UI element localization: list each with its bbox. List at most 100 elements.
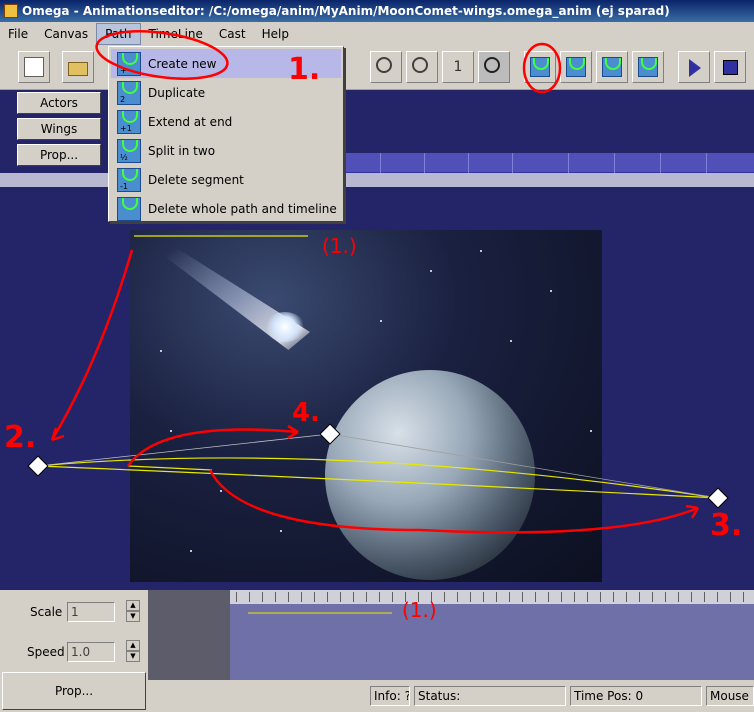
ruler-tick bbox=[353, 592, 354, 602]
menu-item-split-in-two[interactable]: ½ Split in two bbox=[111, 136, 341, 165]
play-icon bbox=[689, 59, 701, 77]
ruler-tick bbox=[730, 592, 731, 602]
speed-spinner[interactable]: ▲ ▼ bbox=[126, 640, 140, 662]
zoom-fit-button[interactable] bbox=[478, 51, 510, 83]
ruler-tick bbox=[340, 592, 341, 602]
ruler-tick bbox=[327, 592, 328, 602]
app-icon bbox=[4, 4, 18, 18]
zoom-actual-icon: 1 bbox=[453, 59, 463, 75]
ruler-tick bbox=[548, 592, 549, 602]
path-extend-button[interactable] bbox=[596, 51, 628, 83]
menu-canvas[interactable]: Canvas bbox=[36, 23, 96, 45]
step-3-label: 3. bbox=[710, 508, 743, 543]
bottom-timeline[interactable] bbox=[148, 590, 754, 680]
ruler-tick bbox=[743, 592, 744, 602]
folder-icon bbox=[68, 62, 88, 76]
status-bar: Info: ? Status: Time Pos: 0 Mouse P bbox=[148, 680, 754, 712]
path-create-button[interactable] bbox=[524, 51, 556, 83]
ruler-tick bbox=[379, 592, 380, 602]
play-button[interactable] bbox=[678, 51, 710, 83]
open-folder-button[interactable] bbox=[62, 51, 94, 83]
actor-prop-button[interactable]: Prop... bbox=[2, 672, 146, 710]
speed-label: Speed bbox=[27, 645, 65, 659]
moon-comet-image bbox=[130, 230, 602, 582]
ruler-tick bbox=[301, 592, 302, 602]
path-split-button[interactable] bbox=[632, 51, 664, 83]
ruler-tick bbox=[535, 592, 536, 602]
ruler-tick bbox=[665, 592, 666, 602]
path-duplicate-button[interactable] bbox=[560, 51, 592, 83]
menu-item-label: Extend at end bbox=[148, 114, 233, 129]
scale-label: Scale bbox=[30, 605, 63, 619]
timeline-track[interactable] bbox=[230, 604, 754, 680]
zoom-out-button[interactable] bbox=[370, 51, 402, 83]
step-4-label: 4. bbox=[292, 398, 320, 428]
menu-item-delete-segment[interactable]: -1 Delete segment bbox=[111, 165, 341, 194]
menu-bar: File Canvas Path TimeLine Cast Help bbox=[0, 22, 754, 46]
actors-button[interactable]: Actors bbox=[17, 92, 101, 114]
window-title: Omega - Animationseditor: /C:/omega/anim… bbox=[22, 4, 670, 18]
ruler-tick bbox=[613, 592, 614, 602]
menu-item-delete-whole-path[interactable]: Delete whole path and timeline bbox=[111, 194, 341, 223]
ruler-tick bbox=[249, 592, 250, 602]
ruler-tick bbox=[522, 592, 523, 602]
zoom-in-button[interactable] bbox=[406, 51, 438, 83]
path-duplicate-icon: 2 bbox=[117, 80, 141, 105]
path-split-icon bbox=[638, 57, 658, 77]
zoom-fit-icon bbox=[484, 57, 500, 73]
ruler-tick bbox=[392, 592, 393, 602]
ruler-tick bbox=[652, 592, 653, 602]
ruler-tick bbox=[366, 592, 367, 602]
status-mouse: Mouse P bbox=[706, 686, 754, 706]
ruler-tick bbox=[457, 592, 458, 602]
step-1-label: 1. bbox=[288, 52, 321, 87]
menu-item-extend-at-end[interactable]: +1 Extend at end bbox=[111, 107, 341, 136]
scale-down-icon[interactable]: ▼ bbox=[126, 611, 140, 622]
zoom-actual-button[interactable]: 1 bbox=[442, 51, 474, 83]
zoom-out-icon bbox=[376, 57, 392, 73]
path-label-timeline: (1.) bbox=[402, 598, 437, 622]
ruler-tick bbox=[600, 592, 601, 602]
zoom-in-icon bbox=[412, 57, 428, 73]
ruler-tick bbox=[275, 592, 276, 602]
stop-icon bbox=[723, 60, 738, 75]
new-document-icon bbox=[24, 57, 44, 77]
ruler-tick bbox=[717, 592, 718, 602]
scale-spinner[interactable]: ▲ ▼ bbox=[126, 600, 140, 622]
speed-down-icon[interactable]: ▼ bbox=[126, 651, 140, 662]
ruler-tick bbox=[639, 592, 640, 602]
new-document-button[interactable] bbox=[18, 51, 50, 83]
status-info: Info: ? bbox=[370, 686, 410, 706]
stop-button[interactable] bbox=[714, 51, 746, 83]
path-duplicate-icon bbox=[566, 57, 586, 77]
menu-timeline[interactable]: TimeLine bbox=[141, 23, 211, 45]
ruler-tick bbox=[236, 592, 237, 602]
ruler-tick bbox=[483, 592, 484, 602]
speed-up-icon[interactable]: ▲ bbox=[126, 640, 140, 651]
ruler-tick bbox=[561, 592, 562, 602]
wings-button[interactable]: Wings bbox=[17, 118, 101, 140]
menu-help[interactable]: Help bbox=[254, 23, 297, 45]
ruler-tick bbox=[470, 592, 471, 602]
step-2-label: 2. bbox=[4, 420, 37, 455]
menu-file[interactable]: File bbox=[0, 23, 36, 45]
menu-cast[interactable]: Cast bbox=[211, 23, 254, 45]
path-extend-icon: +1 bbox=[117, 109, 141, 134]
path-delete-segment-icon: -1 bbox=[117, 167, 141, 192]
ruler-tick bbox=[626, 592, 627, 602]
ruler-tick bbox=[262, 592, 263, 602]
scale-field[interactable]: 1 bbox=[67, 602, 115, 622]
status-time-pos: Time Pos: 0 bbox=[570, 686, 702, 706]
moon bbox=[325, 370, 535, 580]
ruler-tick bbox=[678, 592, 679, 602]
speed-field[interactable]: 1.0 bbox=[67, 642, 115, 662]
left-prop-button[interactable]: Prop... bbox=[17, 144, 101, 166]
menu-item-label: Delete segment bbox=[148, 172, 244, 187]
scale-up-icon[interactable]: ▲ bbox=[126, 600, 140, 611]
menu-path[interactable]: Path bbox=[96, 23, 141, 45]
ruler-tick bbox=[496, 592, 497, 602]
timeline-ruler[interactable] bbox=[230, 590, 754, 604]
ruler-tick bbox=[704, 592, 705, 602]
path-delete-all-icon bbox=[117, 196, 141, 221]
path-create-icon: + bbox=[117, 51, 141, 76]
